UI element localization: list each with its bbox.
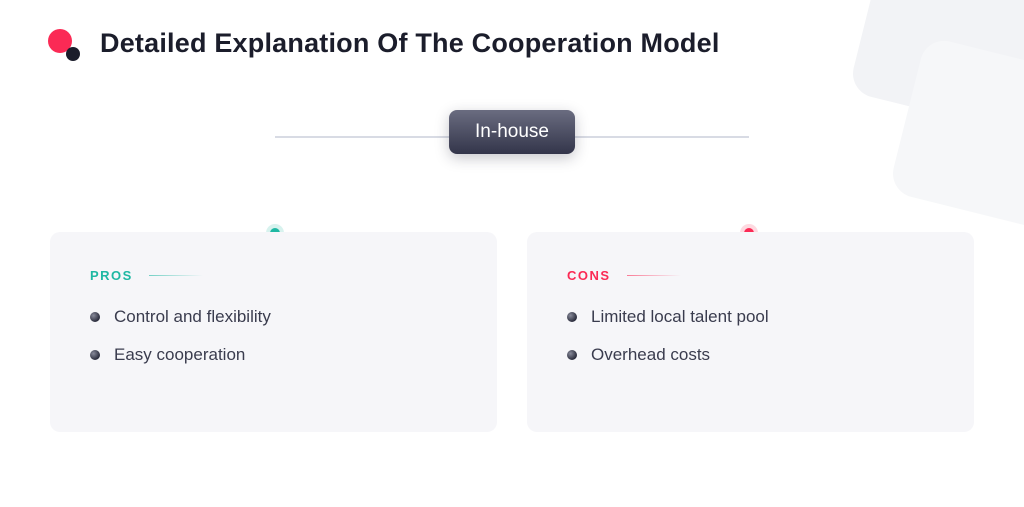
cards-row: PROS Control and flexibility Easy cooper… xyxy=(50,232,974,432)
card-header: PROS xyxy=(90,268,457,283)
cons-list: Limited local talent pool Overhead costs xyxy=(567,307,934,365)
list-item: Control and flexibility xyxy=(90,307,457,327)
list-item-text: Limited local talent pool xyxy=(591,307,769,327)
page-title: Detailed Explanation Of The Cooperation … xyxy=(100,28,720,59)
pros-label: PROS xyxy=(90,268,133,283)
list-item: Overhead costs xyxy=(567,345,934,365)
list-item-text: Control and flexibility xyxy=(114,307,271,327)
model-badge: In-house xyxy=(449,110,575,154)
list-item: Easy cooperation xyxy=(90,345,457,365)
bullet-icon xyxy=(90,312,100,322)
header: Detailed Explanation Of The Cooperation … xyxy=(48,28,976,59)
bullet-icon xyxy=(567,350,577,360)
brand-logo-icon xyxy=(48,29,78,59)
divider-line-icon xyxy=(627,275,681,277)
bullet-icon xyxy=(90,350,100,360)
pros-card: PROS Control and flexibility Easy cooper… xyxy=(50,232,497,432)
card-header: CONS xyxy=(567,268,934,283)
list-item: Limited local talent pool xyxy=(567,307,934,327)
list-item-text: Easy cooperation xyxy=(114,345,245,365)
list-item-text: Overhead costs xyxy=(591,345,710,365)
cons-label: CONS xyxy=(567,268,611,283)
cons-card: CONS Limited local talent pool Overhead … xyxy=(527,232,974,432)
divider-line-icon xyxy=(149,275,203,277)
pros-list: Control and flexibility Easy cooperation xyxy=(90,307,457,365)
bullet-icon xyxy=(567,312,577,322)
